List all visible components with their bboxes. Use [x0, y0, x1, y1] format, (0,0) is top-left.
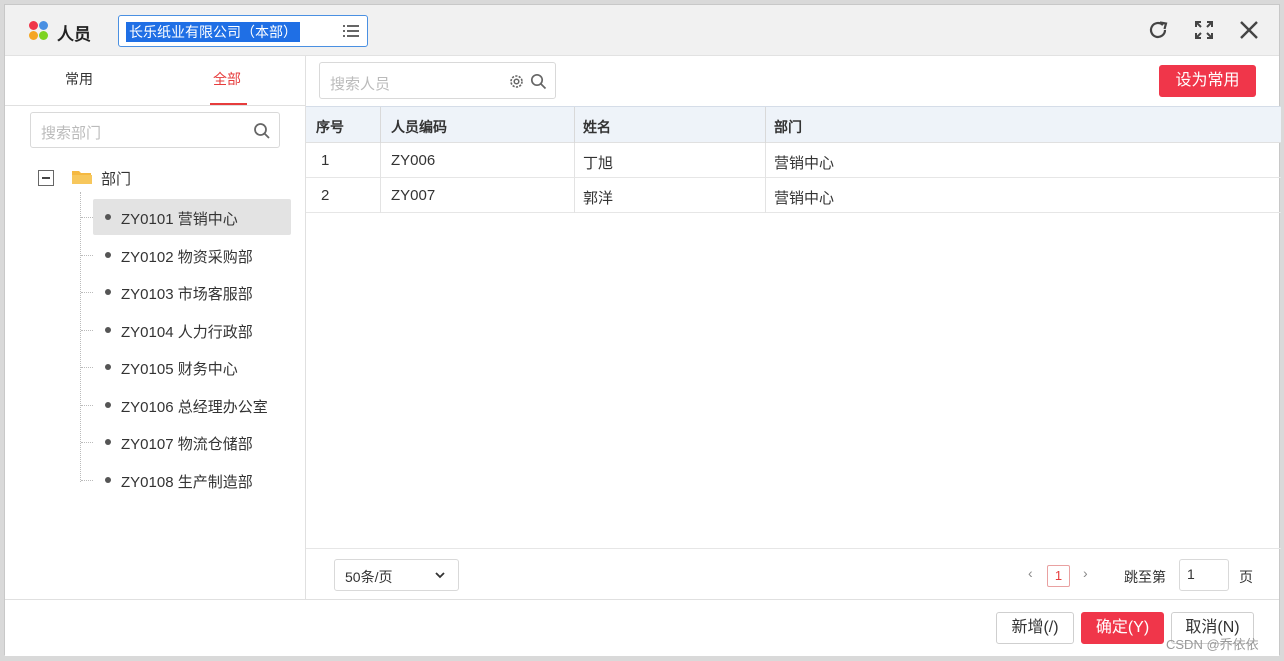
tab-common[interactable]: 常用 [65, 69, 93, 89]
table-header: 序号 人员编码 姓名 部门 [306, 106, 1281, 144]
search-icon[interactable] [253, 122, 271, 140]
tree-root[interactable]: 部门 [36, 166, 286, 192]
set-common-button[interactable]: 设为常用 [1159, 65, 1256, 97]
table-row[interactable]: 1 ZY006 丁旭 营销中心 [306, 143, 1281, 178]
panel-tabs: 常用 全部 [5, 56, 305, 106]
chevron-down-icon[interactable] [434, 569, 446, 581]
current-page-button[interactable]: 1 [1047, 565, 1070, 587]
tree-item-zy0107[interactable]: ZY0107 物流仓储部 [81, 424, 291, 460]
org-selected-text[interactable]: 长乐纸业有限公司（本部） [126, 22, 300, 42]
jump-to-label: 跳至第 [1124, 569, 1166, 585]
column-header-name[interactable]: 姓名 [583, 117, 611, 137]
cell-department: 营销中心 [774, 190, 835, 207]
person-picker-dialog: 人员 长乐纸业有限公司（本部） 常用 全部 搜索部门 部门 ZY0101 营销中… [4, 4, 1281, 656]
tree-connector [80, 192, 81, 482]
search-icon[interactable] [530, 73, 547, 90]
tree-item-label: ZY0105 财务中心 [121, 361, 238, 378]
tree-item-label: ZY0101 营销中心 [121, 211, 238, 228]
bullet-icon [105, 439, 111, 445]
dialog-footer: 新增(/) 确定(Y) 取消(N) [5, 599, 1279, 656]
tree-item-zy0103[interactable]: ZY0103 市场客服部 [81, 274, 291, 310]
refresh-icon[interactable] [1145, 17, 1171, 43]
tree-item-label: ZY0103 市场客服部 [121, 286, 253, 303]
tree-item-label: ZY0106 总经理办公室 [121, 399, 268, 416]
folder-icon [72, 171, 92, 184]
tree-item-zy0102[interactable]: ZY0102 物资采购部 [81, 237, 291, 273]
department-panel: 常用 全部 搜索部门 部门 ZY0101 营销中心 ZY0102 物资采购部 Z… [5, 56, 306, 599]
person-search-input[interactable]: 搜索人员 [319, 62, 556, 99]
page-unit-label: 页 [1239, 569, 1253, 585]
tree-item-zy0105[interactable]: ZY0105 财务中心 [81, 349, 291, 385]
column-header-code[interactable]: 人员编码 [391, 117, 447, 137]
department-search-placeholder: 搜索部门 [41, 125, 102, 142]
cell-index: 1 [321, 152, 330, 169]
tree-item-zy0104[interactable]: ZY0104 人力行政部 [81, 312, 291, 348]
gear-icon[interactable] [508, 73, 525, 90]
column-header-department[interactable]: 部门 [774, 117, 802, 137]
fullscreen-icon[interactable] [1191, 17, 1217, 43]
cell-code: ZY007 [391, 187, 436, 204]
page-size-select[interactable]: 50条/页 [334, 559, 459, 591]
tree-item-zy0106[interactable]: ZY0106 总经理办公室 [81, 387, 291, 423]
person-search-placeholder: 搜索人员 [330, 76, 391, 93]
bullet-icon [105, 402, 111, 408]
app-logo-icon [29, 21, 49, 41]
org-selector[interactable]: 长乐纸业有限公司（本部） [118, 15, 368, 47]
cell-code: ZY006 [391, 152, 436, 169]
bullet-icon [105, 477, 111, 483]
bullet-icon [105, 364, 111, 370]
dialog-title: 人员 [57, 25, 91, 44]
prev-page-button[interactable]: ‹ [1028, 565, 1033, 581]
list-icon[interactable] [343, 24, 359, 38]
pagination: 50条/页 ‹ 1 › 跳至第 1 页 [306, 548, 1281, 599]
tree-item-label: ZY0107 物流仓储部 [121, 436, 253, 453]
title-bar: 人员 长乐纸业有限公司（本部） [5, 5, 1279, 56]
next-page-button[interactable]: › [1083, 565, 1088, 581]
cell-name: 丁旭 [583, 155, 614, 172]
person-toolbar: 搜索人员 设为常用 [306, 56, 1281, 106]
tree-item-label: ZY0104 人力行政部 [121, 324, 253, 341]
department-search-input[interactable]: 搜索部门 [30, 112, 280, 148]
watermark: CSDN @乔依依 [1166, 637, 1259, 652]
active-tab-indicator [210, 103, 247, 105]
confirm-button[interactable]: 确定(Y) [1081, 612, 1164, 644]
bullet-icon [105, 289, 111, 295]
table-row[interactable]: 2 ZY007 郭洋 营销中心 [306, 178, 1281, 213]
page-size-value: 50条/页 [345, 569, 393, 585]
collapse-icon[interactable] [38, 170, 54, 186]
tree-item-zy0108[interactable]: ZY0108 生产制造部 [81, 462, 291, 498]
bullet-icon [105, 252, 111, 258]
tree-item-label: ZY0108 生产制造部 [121, 474, 253, 491]
tab-all[interactable]: 全部 [213, 69, 241, 89]
tree-item-label: ZY0102 物资采购部 [121, 249, 253, 266]
add-button[interactable]: 新增(/) [996, 612, 1074, 644]
cell-name: 郭洋 [583, 190, 614, 207]
column-header-index[interactable]: 序号 [316, 117, 344, 137]
tree-item-zy0101[interactable]: ZY0101 营销中心 [81, 199, 291, 235]
cell-department: 营销中心 [774, 155, 835, 172]
bullet-icon [105, 214, 111, 220]
bullet-icon [105, 327, 111, 333]
tree-root-label: 部门 [101, 171, 132, 188]
jump-page-input[interactable]: 1 [1179, 559, 1229, 591]
cell-index: 2 [321, 187, 330, 204]
person-panel: 搜索人员 设为常用 序号 人员编码 姓名 部门 1 ZY006 丁旭 营销中心 … [306, 56, 1281, 599]
close-icon[interactable] [1236, 17, 1262, 43]
